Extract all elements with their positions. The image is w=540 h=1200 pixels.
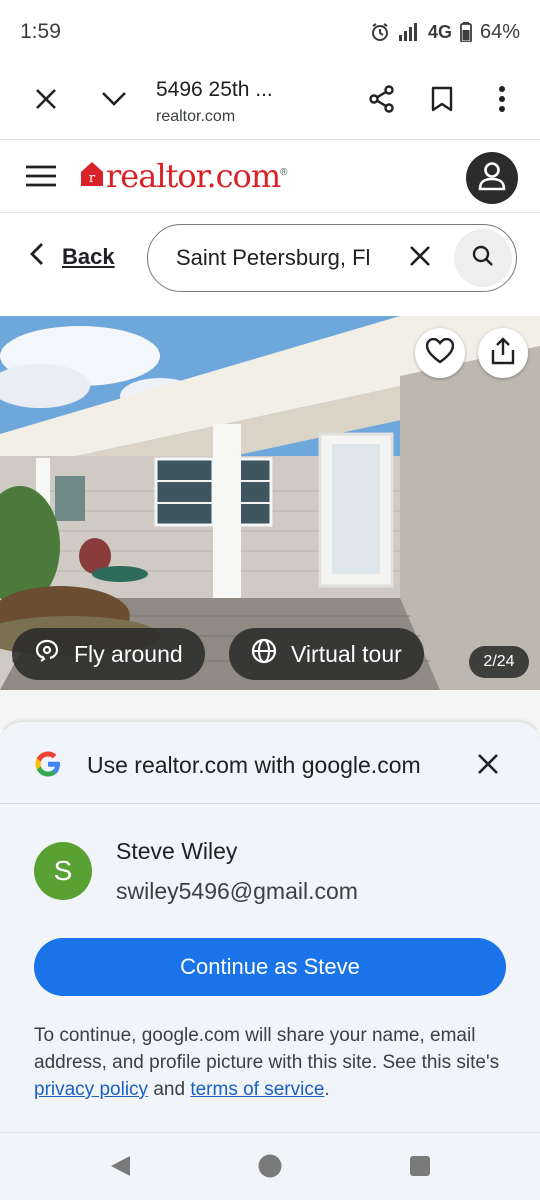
tab-title-block: 5496 25th ... realtor.com — [144, 78, 352, 126]
close-icon — [477, 753, 499, 780]
search-input[interactable]: Saint Petersburg, Fl — [147, 224, 517, 292]
circle-home-icon — [257, 1153, 283, 1184]
sheet-header: Use realtor.com with google.com — [0, 722, 540, 804]
clear-search-button[interactable] — [404, 242, 436, 274]
heart-icon — [425, 337, 455, 369]
consent-prefix: To continue, google.com will share your … — [34, 1025, 500, 1073]
status-bar: 1:59 4G 64% — [0, 0, 540, 64]
sheet-title: Use realtor.com with google.com — [87, 752, 421, 778]
battery-icon — [460, 22, 472, 42]
account-email: swiley5496@gmail.com — [116, 878, 358, 904]
chevron-left-icon — [30, 242, 44, 271]
upload-share-icon — [490, 336, 516, 370]
favorite-button[interactable] — [415, 328, 465, 378]
consent-and: and — [153, 1079, 186, 1100]
logo-text: realtor.com — [106, 157, 281, 195]
share-icon — [368, 85, 396, 118]
sheet-close-button[interactable] — [470, 748, 506, 784]
nav-home-button[interactable] — [255, 1153, 285, 1183]
property-photo[interactable]: Fly around Virtual tour 2/24 — [0, 316, 540, 690]
consent-suffix: . — [324, 1079, 330, 1100]
account-row[interactable]: S Steve Wiley swiley5496@gmail.com — [34, 834, 514, 914]
privacy-policy-link[interactable]: privacy policy — [34, 1079, 148, 1100]
hamburger-menu-button[interactable] — [24, 161, 58, 191]
more-vert-icon — [498, 86, 506, 117]
account-avatar: S — [34, 842, 92, 900]
square-recents-icon — [409, 1155, 431, 1182]
fly-around-label: Fly around — [74, 640, 183, 667]
triangle-back-icon — [108, 1154, 132, 1183]
nav-back-button[interactable] — [105, 1153, 135, 1183]
share-button[interactable] — [352, 72, 412, 132]
fly-around-button[interactable]: Fly around — [12, 628, 205, 680]
account-name: Steve Wiley — [116, 838, 238, 864]
terms-of-service-link[interactable]: terms of service — [190, 1079, 324, 1100]
more-button[interactable] — [472, 72, 532, 132]
site-header: r realtor.com ® — [0, 141, 540, 213]
battery-level: 64% — [479, 20, 520, 43]
bookmark-button[interactable] — [412, 72, 472, 132]
continue-button[interactable]: Continue as Steve — [34, 938, 506, 996]
search-icon — [472, 245, 494, 272]
search-value: Saint Petersburg, Fl — [176, 245, 371, 270]
alarm-icon — [370, 22, 390, 42]
custom-tab-toolbar: 5496 25th ... realtor.com — [0, 64, 540, 140]
tab-title: 5496 25th ... — [156, 77, 273, 101]
nav-row: Back Saint Petersburg, Fl — [0, 222, 540, 294]
user-icon — [478, 161, 506, 196]
house-logo-icon: r — [80, 161, 104, 192]
back-label: Back — [62, 243, 115, 269]
chevron-down-icon — [101, 91, 127, 112]
account-button[interactable] — [466, 152, 518, 204]
signal-icon — [398, 23, 420, 41]
status-icons: 4G 64% — [370, 21, 520, 44]
nav-recents-button[interactable] — [405, 1153, 435, 1183]
tab-url: realtor.com — [156, 107, 236, 125]
share-listing-button[interactable] — [478, 328, 528, 378]
fly-around-icon — [34, 638, 60, 670]
status-time: 1:59 — [20, 20, 61, 43]
consent-text: To continue, google.com will share your … — [34, 1022, 510, 1103]
close-icon — [409, 245, 431, 272]
virtual-tour-label: Virtual tour — [291, 640, 402, 667]
virtual-tour-button[interactable]: Virtual tour — [229, 628, 424, 680]
google-signin-sheet: Use realtor.com with google.com S Steve … — [0, 722, 540, 1132]
back-button[interactable]: Back — [30, 242, 115, 271]
bookmark-icon — [431, 86, 453, 117]
logo-registered-mark: ® — [280, 167, 288, 178]
globe-icon — [251, 638, 277, 670]
network-type: 4G — [427, 21, 452, 42]
search-button[interactable] — [454, 229, 512, 287]
svg-text:r: r — [89, 171, 96, 186]
system-nav-bar — [0, 1132, 540, 1200]
realtor-logo[interactable]: r realtor.com ® — [80, 157, 288, 195]
close-tab-button[interactable] — [16, 72, 76, 132]
close-icon — [35, 88, 57, 115]
minimize-tab-button[interactable] — [84, 72, 144, 132]
google-logo-icon — [34, 750, 62, 783]
photo-counter: 2/24 — [469, 646, 529, 678]
hamburger-icon — [24, 165, 58, 195]
